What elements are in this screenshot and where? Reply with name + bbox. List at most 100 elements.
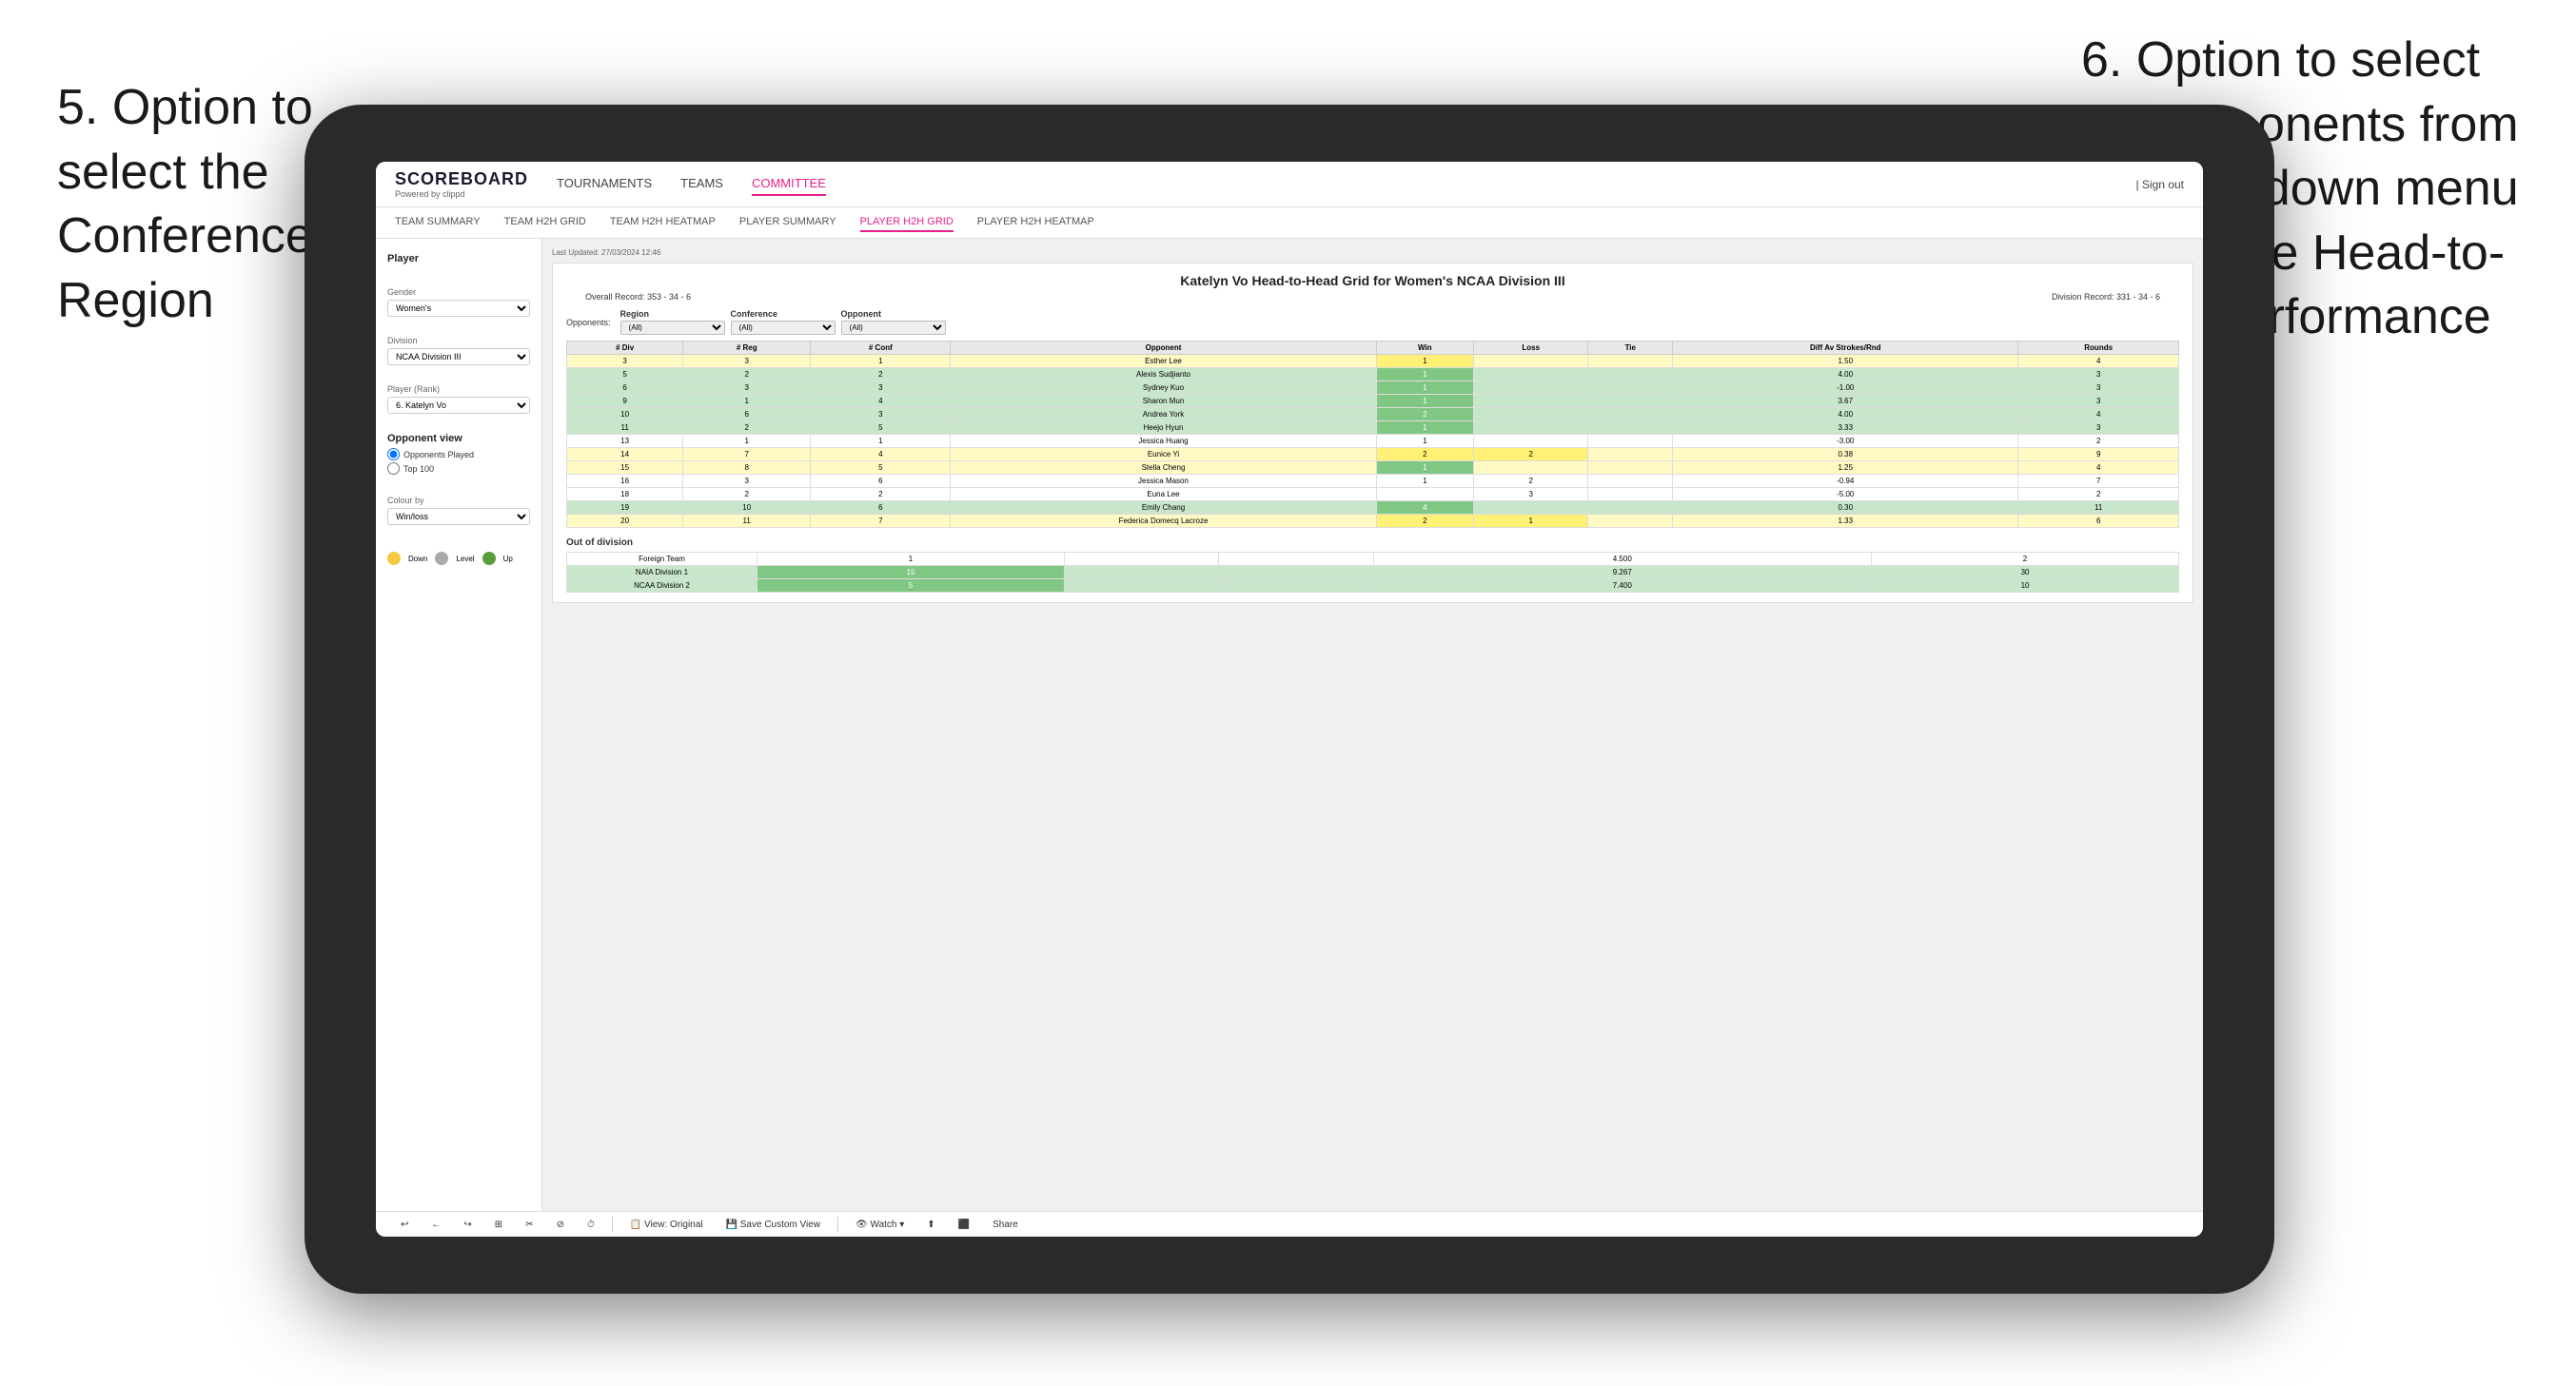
sidebar-gender-select[interactable]: Women's xyxy=(387,300,530,317)
table-row: 1822 Euna Lee 3 -5.002 xyxy=(567,488,2179,501)
toolbar-watch[interactable]: 👁 Watch ▾ xyxy=(850,1218,910,1232)
opponents-row: Opponents: Region (All) Conference ( xyxy=(566,309,2179,335)
main-data-table: # Div # Reg # Conf Opponent Win Loss Tie… xyxy=(566,341,2179,528)
nav-tournaments[interactable]: TOURNAMENTS xyxy=(557,172,652,196)
app-header: SCOREBOARD Powered by clippd TOURNAMENTS… xyxy=(376,162,2203,207)
bottom-toolbar: ↩ ← ↪ ⊞ ✂ ⊘ ⏱ 📋 View: Original 💾 Save Cu… xyxy=(376,1211,2203,1237)
data-container: Katelyn Vo Head-to-Head Grid for Women's… xyxy=(552,263,2193,603)
sidebar-division-section: Division NCAA Division III xyxy=(387,336,530,365)
filter-section: Opponents: Region (All) Conference ( xyxy=(566,309,2179,335)
sub-nav-team-h2h-grid[interactable]: TEAM H2H GRID xyxy=(504,213,586,232)
sidebar-gender-section: Gender Women's xyxy=(387,287,530,317)
toolbar-cut[interactable]: ✂ xyxy=(520,1218,539,1232)
td-rounds: 4 xyxy=(2018,355,2179,368)
table-row: 633 Sydney Kuo 1 -1.003 xyxy=(567,381,2179,395)
sub-nav-team-summary[interactable]: TEAM SUMMARY xyxy=(395,213,481,232)
toolbar-divider-2 xyxy=(837,1217,838,1232)
toolbar-save-custom[interactable]: 💾 Save Custom View xyxy=(720,1218,827,1232)
nav-committee[interactable]: COMMITTEE xyxy=(752,172,826,196)
table-row: NAIA Division 1 159.26730 xyxy=(567,566,2179,579)
filter-opponent-select[interactable]: (All) xyxy=(841,321,946,335)
sidebar-colour-by-select[interactable]: Win/loss xyxy=(387,508,530,525)
toolbar-back[interactable]: ← xyxy=(425,1218,446,1232)
toolbar-undo[interactable]: ↩ xyxy=(395,1218,414,1232)
filter-opponent-title: Opponent xyxy=(841,309,946,319)
td-tie xyxy=(1588,355,1673,368)
sign-out-link[interactable]: | Sign out xyxy=(2136,178,2184,191)
sidebar-gender-label: Gender xyxy=(387,287,530,297)
filter-conference-block: Conference (All) xyxy=(731,309,836,335)
sub-nav-team-h2h-heatmap[interactable]: TEAM H2H HEATMAP xyxy=(610,213,716,232)
logo-text: SCOREBOARD xyxy=(395,169,528,189)
records-row: Overall Record: 353 - 34 - 6 Division Re… xyxy=(566,292,2179,302)
toolbar-view-original[interactable]: 📋 View: Original xyxy=(624,1218,709,1232)
toolbar-snapshot[interactable]: ⬛ xyxy=(953,1218,975,1232)
out-of-division: Out of division Foreign Team 14.5002 NAI… xyxy=(566,537,2179,593)
table-row: 1474 Eunice Yi 22 0.389 xyxy=(567,448,2179,461)
main-content: Player Gender Women's Division NCAA Divi… xyxy=(376,239,2203,1211)
th-win: Win xyxy=(1376,342,1474,355)
table-row: 914 Sharon Mun 1 3.673 xyxy=(567,395,2179,408)
sidebar-player-section: Player xyxy=(387,253,530,268)
sub-nav-player-summary[interactable]: PLAYER SUMMARY xyxy=(739,213,836,232)
table-row: 1311 Jessica Huang 1 -3.002 xyxy=(567,435,2179,448)
filter-region-select[interactable]: (All) xyxy=(620,321,725,335)
sidebar-player-rank-label: Player (Rank) xyxy=(387,384,530,394)
table-row: 522 Alexis Sudjianto 1 4.003 xyxy=(567,368,2179,381)
toolbar-redo[interactable]: ↪ xyxy=(458,1218,477,1232)
sidebar-radio-top100[interactable]: Top 100 xyxy=(387,462,530,475)
nav-right: | Sign out xyxy=(2136,178,2184,191)
tablet-screen: SCOREBOARD Powered by clippd TOURNAMENTS… xyxy=(376,162,2203,1237)
nav-items: TOURNAMENTS TEAMS COMMITTEE xyxy=(557,172,2108,196)
toolbar-grid[interactable]: ⊞ xyxy=(489,1218,508,1232)
td-diff: 1.50 xyxy=(1673,355,2018,368)
grid-title: Katelyn Vo Head-to-Head Grid for Women's… xyxy=(566,273,2179,288)
dot-down-label: Down xyxy=(408,555,427,563)
sidebar: Player Gender Women's Division NCAA Divi… xyxy=(376,239,542,1211)
toolbar-share[interactable]: Share xyxy=(987,1218,1024,1232)
th-diff: Diff Av Strokes/Rnd xyxy=(1673,342,2018,355)
dot-level xyxy=(435,552,448,565)
td-div: 3 xyxy=(567,355,683,368)
th-rounds: Rounds xyxy=(2018,342,2179,355)
table-row: Foreign Team 14.5002 xyxy=(567,553,2179,566)
sidebar-colour-by-label: Colour by xyxy=(387,496,530,505)
toolbar-divider-1 xyxy=(612,1217,613,1232)
table-row: 1063 Andrea York 2 4.004 xyxy=(567,408,2179,421)
filter-region-block: Region (All) xyxy=(620,309,725,335)
sidebar-player-rank-select[interactable]: 6. Katelyn Vo xyxy=(387,397,530,414)
sidebar-colour-by-section: Colour by Win/loss xyxy=(387,496,530,525)
dot-up-label: Up xyxy=(503,555,513,563)
sidebar-division-label: Division xyxy=(387,336,530,345)
table-row: 19106 Emily Chang 4 0.3011 xyxy=(567,501,2179,515)
table-row: 20117 Federica Domecq Lacroze 21 1.336 xyxy=(567,515,2179,528)
sub-nav-player-h2h-heatmap[interactable]: PLAYER H2H HEATMAP xyxy=(977,213,1094,232)
sidebar-opponent-view-section: Opponent view Opponents Played Top 100 xyxy=(387,433,530,477)
table-row: 1636 Jessica Mason 12 -0.947 xyxy=(567,475,2179,488)
dot-level-label: Level xyxy=(456,555,474,563)
sidebar-division-select[interactable]: NCAA Division III xyxy=(387,348,530,365)
sub-nav-player-h2h-grid[interactable]: PLAYER H2H GRID xyxy=(860,213,954,232)
th-opponent: Opponent xyxy=(951,342,1376,355)
out-of-division-table: Foreign Team 14.5002 NAIA Division 1 159… xyxy=(566,552,2179,593)
division-record: Division Record: 331 - 34 - 6 xyxy=(2052,292,2160,302)
toolbar-timer[interactable]: ⏱ xyxy=(581,1218,600,1232)
td-reg: 3 xyxy=(683,355,811,368)
logo-area: SCOREBOARD Powered by clippd xyxy=(395,169,528,199)
logo-sub: Powered by clippd xyxy=(395,189,465,199)
table-row: 1125 Heejo Hyun 1 3.333 xyxy=(567,421,2179,435)
nav-teams[interactable]: TEAMS xyxy=(680,172,723,196)
table-row: 331 Esther Lee 1 1.504 xyxy=(567,355,2179,368)
sidebar-player-title: Player xyxy=(387,253,530,264)
toolbar-upload[interactable]: ⬆ xyxy=(921,1218,940,1232)
content-area: Last Updated: 27/03/2024 12:46 Katelyn V… xyxy=(542,239,2203,1211)
table-row: 1585 Stella Cheng 1 1.254 xyxy=(567,461,2179,475)
dot-up xyxy=(482,552,496,565)
filter-conference-select[interactable]: (All) xyxy=(731,321,836,335)
th-tie: Tie xyxy=(1588,342,1673,355)
toolbar-circle[interactable]: ⊘ xyxy=(551,1218,570,1232)
sidebar-radio-opponents[interactable]: Opponents Played xyxy=(387,448,530,460)
sidebar-dots-row: Down Level Up xyxy=(387,552,530,565)
sidebar-player-rank-section: Player (Rank) 6. Katelyn Vo xyxy=(387,384,530,414)
td-win: 1 xyxy=(1376,355,1474,368)
